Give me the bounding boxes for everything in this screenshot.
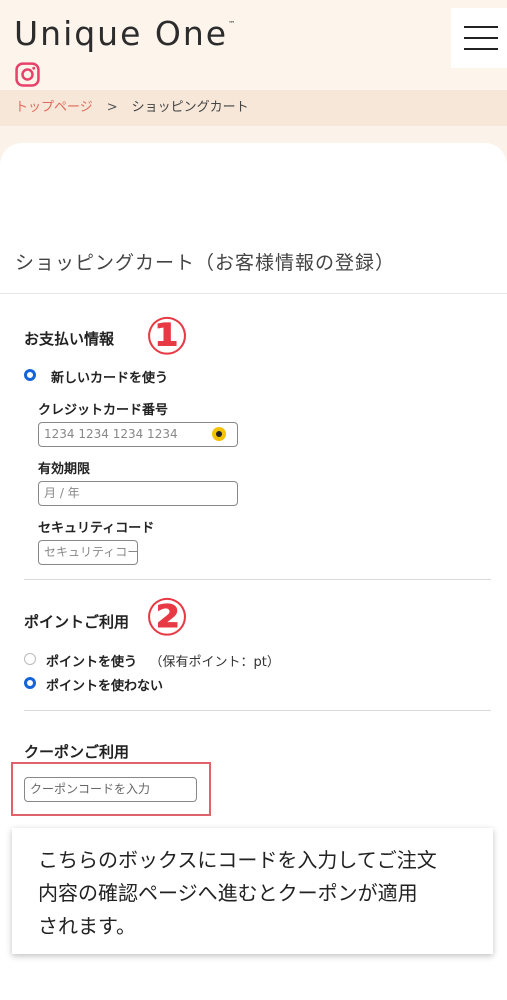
section-divider xyxy=(24,579,491,580)
annotation-mark-1: ① xyxy=(145,307,190,367)
site-logo[interactable]: Unique One™ xyxy=(14,14,235,53)
annotation-mark-2: ② xyxy=(145,588,190,648)
callout-line-2: 内容の確認ページへ進むとクーポンが適用 xyxy=(38,881,418,905)
title-divider xyxy=(0,293,507,294)
use-points-label: ポイントを使う （保有ポイント：pt） xyxy=(46,651,280,670)
trademark-mark: ™ xyxy=(228,20,236,28)
autofill-icon[interactable] xyxy=(212,427,226,441)
logo-text: Unique One xyxy=(14,14,229,53)
card-number-label: クレジットカード番号 xyxy=(38,403,169,418)
menu-bar xyxy=(464,26,498,28)
held-points-text: （保有ポイント：pt） xyxy=(149,655,280,670)
breadcrumb-home-link[interactable]: トップページ xyxy=(15,100,93,115)
breadcrumb-separator: > xyxy=(106,100,118,115)
callout-line-3: されます。 xyxy=(38,914,136,938)
payment-section-title: お支払い情報 xyxy=(24,330,115,348)
coupon-code-input[interactable]: クーポンコードを入力 xyxy=(24,777,197,802)
coupon-section-title: クーポンご利用 xyxy=(24,743,130,761)
menu-bar xyxy=(464,37,498,39)
new-card-label: 新しいカードを使う xyxy=(51,371,169,386)
expiry-label: 有効期限 xyxy=(38,462,91,477)
security-code-input[interactable]: セキュリティコード xyxy=(38,540,138,565)
use-points-text: ポイントを使う xyxy=(46,655,138,670)
breadcrumb: トップページ > ショッピングカート xyxy=(0,90,507,126)
security-code-label: セキュリティコード xyxy=(38,521,155,536)
site-header: Unique One™ xyxy=(0,0,507,90)
no-points-label: ポイントを使わない xyxy=(46,679,164,694)
points-section-title: ポイントご利用 xyxy=(24,613,130,631)
use-points-radio[interactable] xyxy=(24,653,36,665)
new-card-radio[interactable] xyxy=(24,369,36,381)
menu-bar xyxy=(464,48,498,50)
coupon-instruction-callout: こちらのボックスにコードを入力してご注文 内容の確認ページへ進むとクーポンが適用… xyxy=(12,828,493,954)
section-divider xyxy=(24,710,491,711)
hamburger-menu-button[interactable] xyxy=(451,8,507,68)
card-number-input[interactable]: 1234 1234 1234 1234 xyxy=(38,422,238,447)
page-title: ショッピングカート（お客様情報の登録） xyxy=(15,252,396,274)
no-points-radio[interactable] xyxy=(24,677,36,689)
breadcrumb-current: ショッピングカート xyxy=(131,100,249,115)
callout-line-1: こちらのボックスにコードを入力してご注文 xyxy=(38,848,437,872)
instagram-icon[interactable] xyxy=(15,62,40,87)
expiry-input[interactable]: 月 / 年 xyxy=(38,481,238,506)
